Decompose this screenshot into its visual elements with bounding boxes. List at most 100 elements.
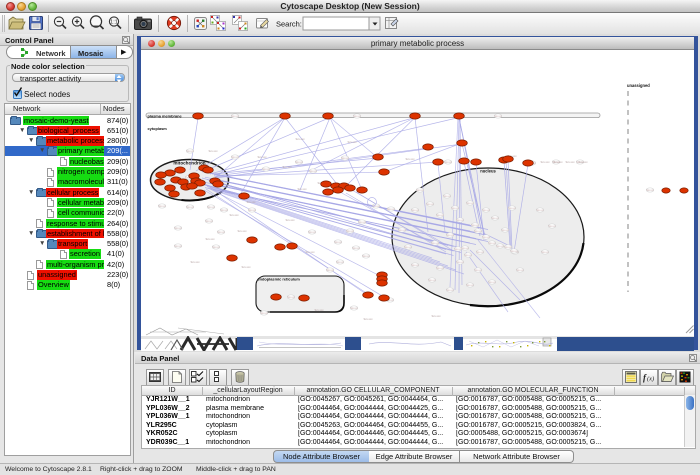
svg-text:Sxx-xx: Sxx-xx: [426, 203, 434, 206]
svg-text:Sxx-xx: Sxx-xx: [353, 115, 361, 118]
svg-text:Sxx-xx: Sxx-xx: [308, 231, 316, 234]
svg-text:Sxx-xx: Sxx-xx: [501, 229, 509, 232]
svg-text:plasma membrane: plasma membrane: [148, 113, 183, 118]
svg-text:Sxx-xx: Sxx-xx: [482, 236, 490, 239]
svg-text:Sxx-xx: Sxx-xx: [548, 225, 556, 228]
svg-text:Sxx-xx: Sxx-xx: [334, 241, 342, 244]
svg-text:Sxx-xx: Sxx-xx: [444, 161, 452, 164]
svg-text:Sxx-xx: Sxx-xx: [260, 312, 268, 315]
svg-text:Sxx-xx: Sxx-xx: [358, 221, 366, 224]
svg-text:Sxx-xxx: Sxx-xxx: [565, 160, 575, 164]
svg-text:Sxx-xx: Sxx-xx: [212, 246, 220, 249]
svg-text:Sxx-xx: Sxx-xx: [411, 209, 419, 212]
svg-text:Sxx-xxx: Sxx-xxx: [208, 149, 218, 153]
svg-text:Sxx-xxx: Sxx-xxx: [205, 237, 215, 241]
svg-text:Sxx-xx: Sxx-xx: [488, 281, 496, 284]
svg-text:Sxx-xx: Sxx-xx: [454, 248, 462, 251]
svg-text:Sxx-xx: Sxx-xx: [387, 208, 395, 211]
svg-text:Sxx-xx: Sxx-xx: [186, 150, 194, 153]
svg-text:Sxx-xx: Sxx-xx: [488, 242, 496, 245]
svg-text:Sxx-xxx: Sxx-xxx: [405, 157, 415, 161]
svg-text:Sxx-xx: Sxx-xx: [451, 207, 459, 210]
svg-text:Sxx-xx: Sxx-xx: [262, 168, 270, 171]
svg-text:Sxx-xxx: Sxx-xxx: [431, 314, 441, 318]
svg-text:Sxx-xx: Sxx-xx: [436, 267, 444, 270]
svg-text:Sxx-xxx: Sxx-xxx: [540, 160, 550, 164]
svg-text:Sxx-xx: Sxx-xx: [309, 170, 317, 173]
svg-text:Sxx-xx: Sxx-xx: [220, 209, 228, 212]
svg-text:Sxx-xx: Sxx-xx: [508, 207, 516, 210]
svg-text:Sxx-xx: Sxx-xx: [482, 209, 490, 212]
svg-text:Sxx-xx: Sxx-xx: [352, 247, 360, 250]
svg-text:Sxx-xx: Sxx-xx: [446, 234, 454, 237]
svg-text:Sxx-xx: Sxx-xx: [174, 227, 182, 230]
svg-text:Sxx-xx: Sxx-xx: [158, 205, 166, 208]
svg-text:Sxx-xx: Sxx-xx: [466, 284, 474, 287]
svg-text:Sxx-xxx: Sxx-xxx: [578, 160, 588, 164]
svg-text:Sxx-xx: Sxx-xx: [510, 250, 518, 253]
svg-text:Sxx-xx: Sxx-xx: [464, 254, 472, 257]
svg-text:Sxx-xxx: Sxx-xxx: [297, 187, 307, 191]
svg-text:Sxx-xx: Sxx-xx: [516, 269, 524, 272]
svg-text:Sxx-xxx: Sxx-xxx: [285, 218, 295, 222]
svg-text:Sxx-xx: Sxx-xx: [205, 220, 213, 223]
svg-text:cytoplasm: cytoplasm: [148, 126, 168, 131]
svg-text:Sxx-xx: Sxx-xx: [350, 307, 358, 310]
svg-text:Sxx-xx: Sxx-xx: [336, 261, 344, 264]
svg-text:Sxx-xx: Sxx-xx: [207, 206, 215, 209]
svg-text:Sxx-xx: Sxx-xx: [474, 230, 482, 233]
svg-text:Sxx-xxx: Sxx-xxx: [237, 229, 247, 233]
svg-text:Sxx-xx: Sxx-xx: [471, 224, 479, 227]
svg-text:Sxx-xx: Sxx-xx: [295, 161, 303, 164]
svg-text:Sxx-xx: Sxx-xx: [536, 209, 544, 212]
svg-text:Sxx-xx: Sxx-xx: [491, 217, 499, 220]
svg-text:(x): (x): [647, 376, 654, 383]
svg-text:unassigned: unassigned: [627, 83, 650, 88]
svg-text:Sxx-xxx: Sxx-xxx: [553, 160, 563, 164]
svg-text:Sxx-xx: Sxx-xx: [646, 189, 654, 192]
svg-text:Sxx-xx: Sxx-xx: [496, 245, 504, 248]
svg-text:Sxx-xxx: Sxx-xxx: [282, 165, 292, 169]
svg-text:Sxx-xxx: Sxx-xxx: [363, 317, 373, 321]
svg-text:Sxx-xx: Sxx-xx: [476, 251, 484, 254]
svg-text:Sxx-xx: Sxx-xx: [443, 195, 451, 198]
svg-text:Sxx-xx: Sxx-xx: [428, 279, 436, 282]
svg-text:Sxx-xx: Sxx-xx: [326, 269, 334, 272]
svg-text:Sxx-xx: Sxx-xx: [456, 261, 464, 264]
svg-text:Sxx-xxx: Sxx-xxx: [241, 265, 251, 269]
svg-text:Sxx-xx: Sxx-xx: [504, 246, 512, 249]
svg-text:Sxx-xx: Sxx-xx: [341, 157, 349, 160]
svg-text:Sxx-xx: Sxx-xx: [398, 229, 406, 232]
svg-text:Sxx-xx: Sxx-xx: [436, 214, 444, 217]
svg-text:nucleus: nucleus: [480, 169, 496, 174]
svg-text:Sxx-xx: Sxx-xx: [287, 296, 295, 299]
svg-text:Sxx-xx: Sxx-xx: [174, 245, 182, 248]
svg-text:Search:: Search:: [276, 20, 302, 29]
svg-text:Sxx-xx: Sxx-xx: [346, 230, 354, 233]
svg-text:Sxx-xx: Sxx-xx: [411, 264, 419, 267]
svg-text:1:1: 1:1: [110, 20, 118, 26]
svg-text:Sxx-xx: Sxx-xx: [456, 219, 464, 222]
svg-text:Sxx-xx: Sxx-xx: [431, 242, 439, 245]
svg-text:Sxx-xx: Sxx-xx: [494, 115, 502, 118]
svg-text:Sxx-xx: Sxx-xx: [248, 209, 256, 212]
svg-text:Sxx-xx: Sxx-xx: [466, 202, 474, 205]
svg-text:Sxx-xxx: Sxx-xxx: [314, 308, 324, 312]
svg-text:Sxx-xx: Sxx-xx: [404, 246, 412, 249]
svg-text:Sxx-xx: Sxx-xx: [217, 231, 225, 234]
svg-text:Sxx-xxx: Sxx-xxx: [257, 155, 267, 159]
svg-text:mitochondrion: mitochondrion: [173, 161, 205, 166]
svg-text:Sxx-xxx: Sxx-xxx: [347, 140, 357, 144]
svg-text:Sxx-xx: Sxx-xx: [231, 156, 239, 159]
svg-text:Sxx-xx: Sxx-xx: [461, 247, 469, 250]
svg-text:Sxx-xx: Sxx-xx: [446, 289, 454, 292]
svg-text:Sxx-xx: Sxx-xx: [231, 115, 239, 118]
svg-text:endoplasmic reticulum: endoplasmic reticulum: [258, 277, 301, 282]
svg-text:Sxx-xx: Sxx-xx: [474, 269, 482, 272]
svg-text:Sxx-xx: Sxx-xx: [186, 206, 194, 209]
svg-text:Sxx-xxx: Sxx-xxx: [246, 200, 256, 204]
svg-text:Sxx-xxx: Sxx-xxx: [305, 250, 315, 254]
svg-text:Sxx-xxx: Sxx-xxx: [190, 260, 200, 264]
svg-text:Sxx-xx: Sxx-xx: [541, 251, 549, 254]
svg-text:Sxx-xx: Sxx-xx: [416, 189, 424, 192]
